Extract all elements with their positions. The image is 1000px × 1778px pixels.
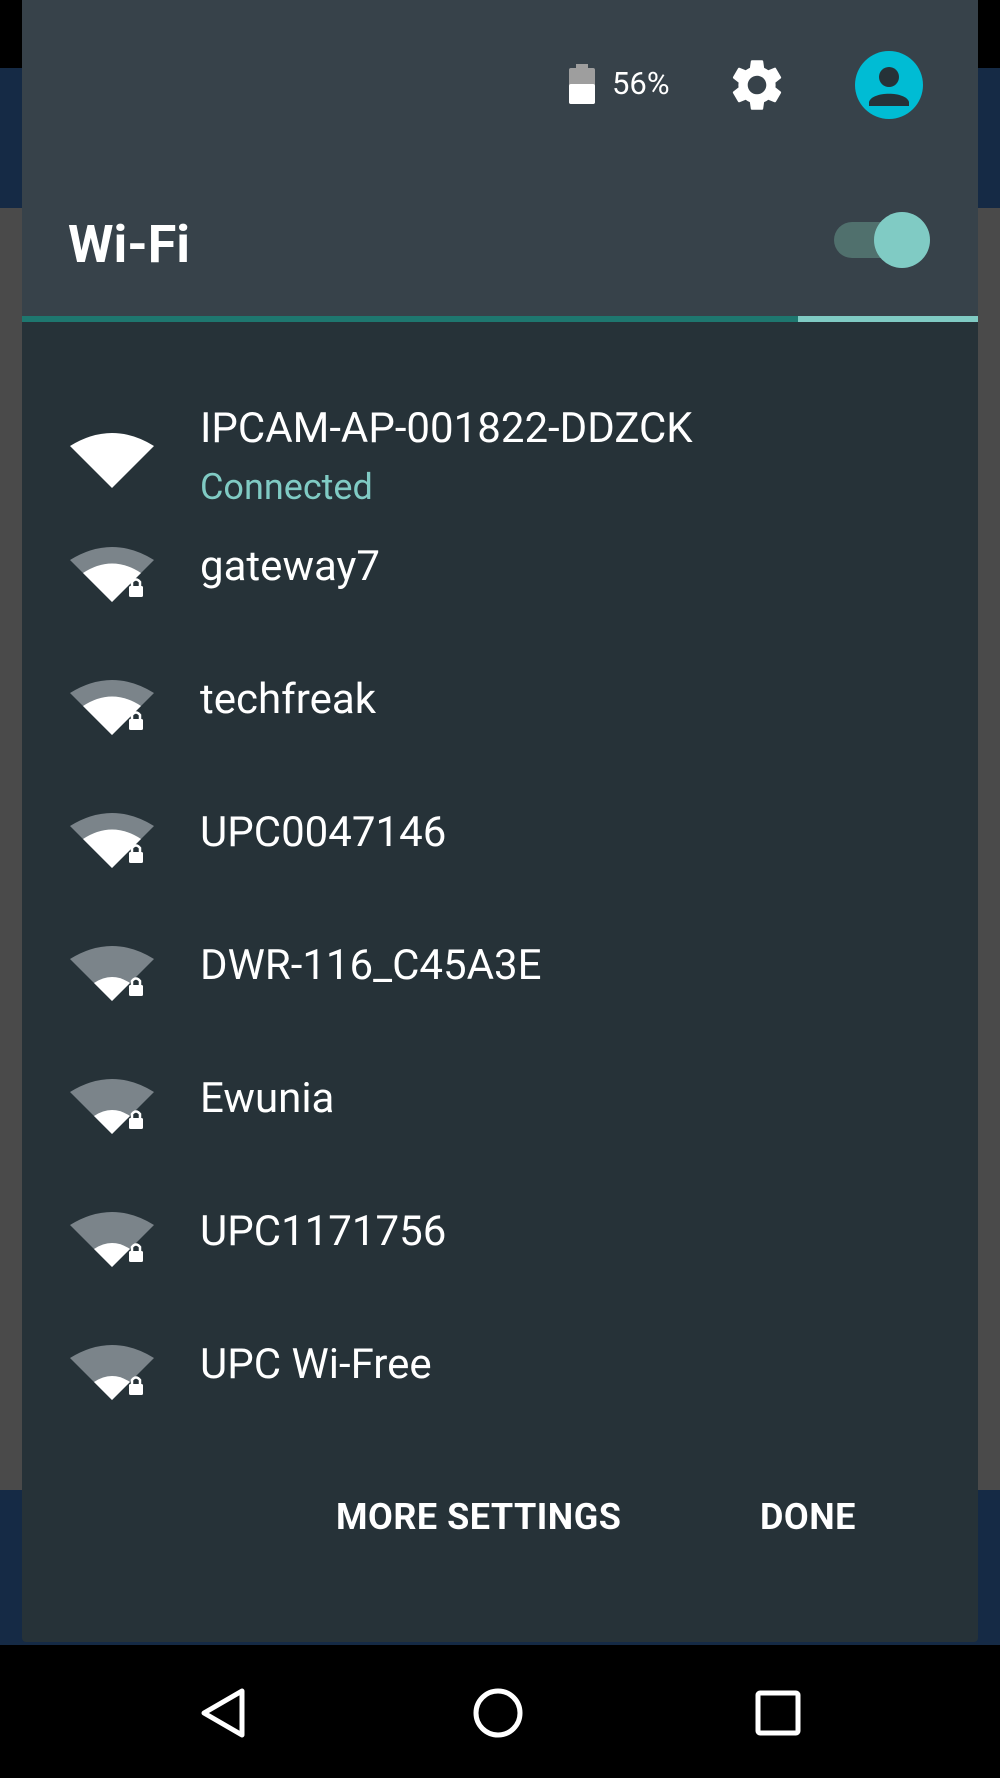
- home-icon[interactable]: [470, 1685, 526, 1741]
- network-name: DWR-116_C45A3E: [200, 941, 542, 990]
- more-settings-button[interactable]: MORE SETTINGS: [336, 1492, 621, 1542]
- network-name: UPC1171756: [200, 1207, 447, 1256]
- battery-percentage: 56%: [612, 65, 670, 102]
- recents-icon[interactable]: [750, 1685, 806, 1741]
- wifi-signal-icon: [70, 433, 154, 488]
- header-divider: [22, 316, 798, 322]
- wifi-signal-icon: [70, 946, 154, 1001]
- wifi-signal-icon: [70, 1079, 154, 1134]
- network-name: UPC Wi-Free: [200, 1340, 432, 1389]
- network-status: Connected: [200, 466, 373, 508]
- back-icon[interactable]: [196, 1685, 252, 1741]
- network-row[interactable]: techfreak: [22, 671, 978, 803]
- wifi-title: Wi-Fi: [68, 214, 191, 275]
- wifi-signal-icon: [70, 813, 154, 868]
- wifi-signal-icon: [70, 1345, 154, 1400]
- gear-icon[interactable]: [726, 54, 788, 116]
- network-row[interactable]: UPC Wi-Free: [22, 1336, 978, 1468]
- done-button[interactable]: DONE: [760, 1492, 856, 1542]
- network-row[interactable]: gateway7: [22, 538, 978, 670]
- network-name: Ewunia: [200, 1074, 335, 1123]
- quick-settings-header: 56% Wi-Fi: [22, 0, 978, 318]
- wifi-toggle[interactable]: [828, 212, 930, 268]
- battery-icon: [569, 64, 595, 104]
- quick-settings-panel: 56% Wi-Fi IPCAM-AP-001822-DDZCK Connecte…: [22, 0, 978, 1642]
- network-name: gateway7: [200, 542, 381, 591]
- wifi-signal-icon: [70, 1212, 154, 1267]
- wifi-toggle-knob: [874, 212, 930, 268]
- network-row-connected[interactable]: IPCAM-AP-001822-DDZCK Connected: [22, 370, 978, 508]
- network-row[interactable]: DWR-116_C45A3E: [22, 937, 978, 1069]
- network-row[interactable]: UPC1171756: [22, 1203, 978, 1335]
- network-row[interactable]: UPC0047146: [22, 804, 978, 936]
- network-name: techfreak: [200, 675, 376, 724]
- network-name: UPC0047146: [200, 808, 447, 857]
- wifi-signal-icon: [70, 680, 154, 735]
- network-name: IPCAM-AP-001822-DDZCK: [200, 404, 693, 453]
- wifi-signal-icon: [70, 547, 154, 602]
- network-row[interactable]: Ewunia: [22, 1070, 978, 1202]
- header-divider-highlight: [798, 316, 978, 322]
- account-circle-icon[interactable]: [854, 50, 924, 120]
